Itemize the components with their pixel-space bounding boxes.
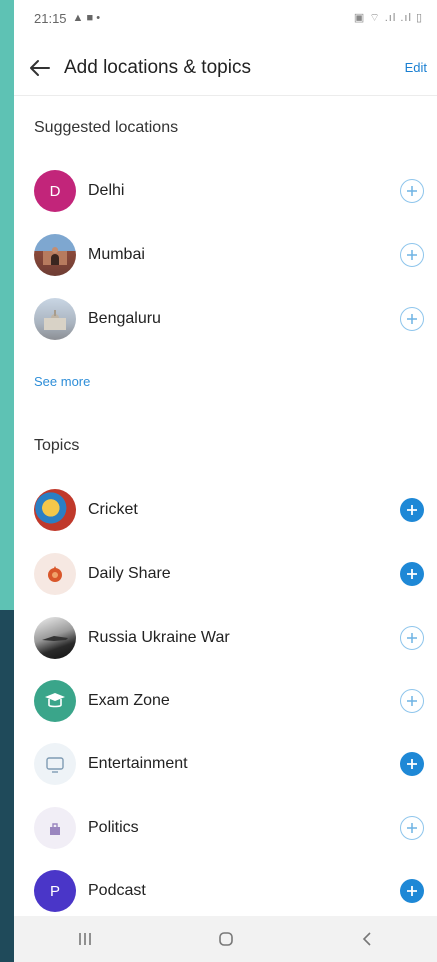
russia-ukraine-war-image (34, 617, 76, 659)
avatar-letter: D (49, 182, 61, 200)
location-item-delhi[interactable]: D Delhi (34, 167, 424, 215)
topic-label: Politics (88, 819, 139, 836)
politics-icon (34, 807, 76, 849)
topic-item-russia-ukraine-war[interactable]: Russia Ukraine War (34, 614, 424, 662)
topic-item-entertainment[interactable]: Entertainment (34, 740, 424, 788)
add-plus-icon[interactable] (400, 689, 424, 713)
location-item-bengaluru[interactable]: Bengaluru (34, 295, 424, 343)
status-icons: ▣ ⌔ .ıl .ıl ▯ (353, 12, 423, 24)
add-plus-icon[interactable] (400, 179, 424, 203)
topic-label: Podcast (88, 882, 146, 899)
background-left-dark (0, 610, 14, 962)
entertainment-icon (34, 743, 76, 785)
bengaluru-landmark-image (34, 298, 76, 340)
location-item-mumbai[interactable]: Mumbai (34, 231, 424, 279)
add-plus-icon[interactable] (400, 243, 424, 267)
system-nav-bar (14, 916, 437, 962)
add-plus-icon[interactable] (400, 816, 424, 840)
back-icon[interactable] (337, 919, 397, 959)
topic-item-politics[interactable]: Politics (34, 804, 424, 852)
topic-item-exam-zone[interactable]: Exam Zone (34, 677, 424, 725)
avatar-letter: P (49, 882, 60, 900)
edit-button[interactable]: Edit (405, 60, 427, 75)
topic-label: Entertainment (88, 755, 188, 772)
app-bar: Add locations & topics Edit (14, 40, 437, 96)
back-arrow-icon[interactable] (26, 55, 52, 81)
added-plus-icon[interactable] (400, 752, 424, 776)
location-label: Bengaluru (88, 310, 161, 327)
topic-item-podcast[interactable]: P Podcast (34, 867, 424, 915)
location-label: Delhi (88, 182, 125, 199)
suggested-locations-heading: Suggested locations (34, 119, 179, 136)
app-screen: 21:15 ▲ ■ • ▣ ⌔ .ıl .ıl ▯ Add locations … (14, 0, 437, 962)
cricket-image (34, 489, 76, 531)
topics-heading: Topics (34, 437, 80, 454)
location-label: Mumbai (88, 246, 145, 263)
added-plus-icon[interactable] (400, 879, 424, 903)
added-plus-icon[interactable] (400, 562, 424, 586)
add-plus-icon[interactable] (400, 626, 424, 650)
topic-item-daily-share[interactable]: Daily Share (34, 550, 424, 598)
status-bar: 21:15 ▲ ■ • ▣ ⌔ .ıl .ıl ▯ (14, 0, 437, 36)
avatar: P (34, 870, 76, 912)
mumbai-landmark-image (34, 234, 76, 276)
avatar: D (34, 170, 76, 212)
see-more-link[interactable]: See more (34, 374, 90, 389)
home-icon[interactable] (196, 919, 256, 959)
recents-icon[interactable] (55, 919, 115, 959)
added-plus-icon[interactable] (400, 498, 424, 522)
add-plus-icon[interactable] (400, 307, 424, 331)
topic-label: Exam Zone (88, 692, 170, 709)
topic-item-cricket[interactable]: Cricket (34, 486, 424, 534)
background-left-teal (0, 0, 14, 610)
topic-label: Russia Ukraine War (88, 629, 230, 646)
exam-zone-icon (34, 680, 76, 722)
status-indicators: ▲ ■ • (72, 12, 101, 24)
topic-label: Daily Share (88, 565, 171, 582)
status-time: 21:15 (34, 10, 67, 26)
daily-share-icon (34, 553, 76, 595)
page-title: Add locations & topics (64, 56, 251, 78)
topic-label: Cricket (88, 501, 138, 518)
